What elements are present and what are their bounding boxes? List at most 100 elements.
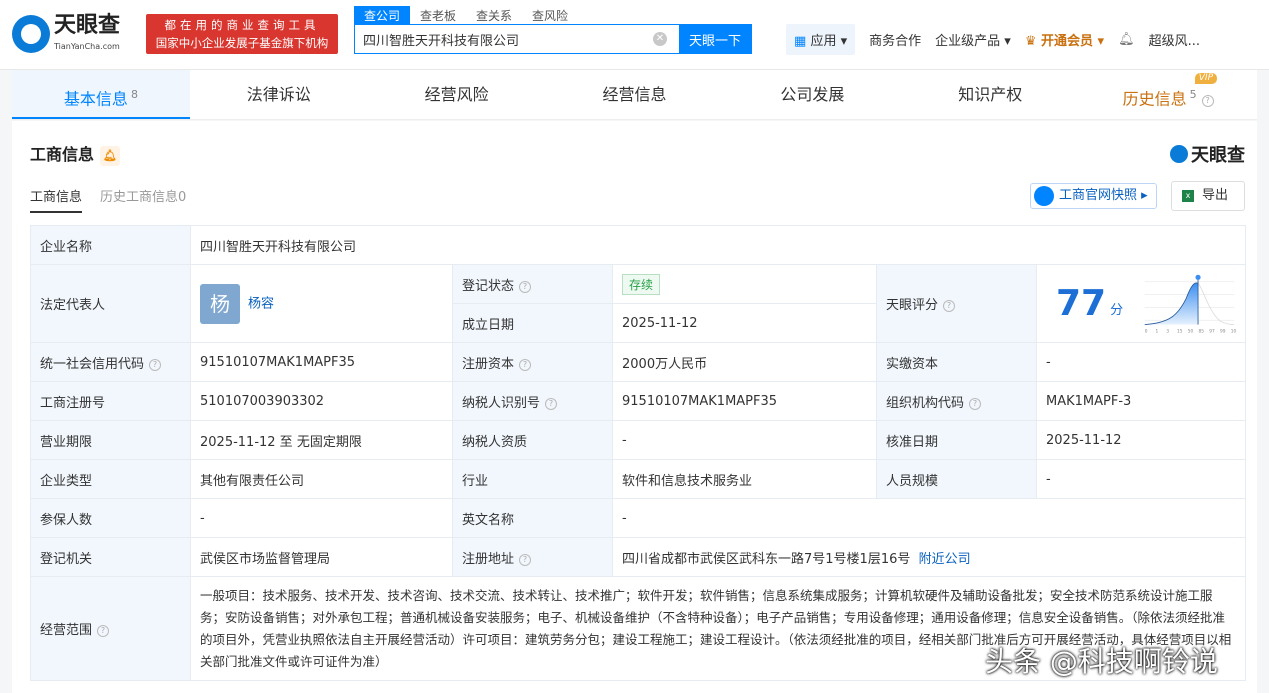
status-label: 登记状态? <box>452 264 613 304</box>
x-tick: 0 <box>1145 328 1148 334</box>
search-tab-risk[interactable]: 查风险 <box>522 6 578 25</box>
logo[interactable]: 天眼查 TianYanCha.com <box>12 14 120 53</box>
org-code: MAK1MAPF-3 <box>1035 381 1247 421</box>
reg-authority: 武侯区市场监督管理局 <box>190 537 453 577</box>
tab-basic-info[interactable]: 基本信息 8 <box>12 70 190 119</box>
avatar[interactable]: 杨 <box>200 283 240 324</box>
section-title: 工商信息 🔔︎ <box>30 141 121 166</box>
label: 企业名称 <box>30 225 191 265</box>
label-text: 组织机构代码 <box>886 395 965 411</box>
x-tick: 85 <box>1199 328 1205 334</box>
label: 纳税人识别号? <box>452 381 613 421</box>
crown-icon: ♛ <box>1024 33 1037 49</box>
subtab-business-info[interactable]: 工商信息 <box>30 186 83 213</box>
label: 企业类型 <box>30 459 191 499</box>
brand-icon <box>1170 145 1188 163</box>
business-info-table: 企业名称 四川智胜天开科技有限公司 法定代表人 杨杨容 登记状态? 存续 天眼评分… <box>30 225 1247 681</box>
tab-count: 5 <box>1189 88 1197 101</box>
search-tab-boss[interactable]: 查老板 <box>410 6 466 25</box>
export-button[interactable]: x 导出 <box>1171 181 1245 211</box>
logo-text: 天眼查 <box>54 13 121 38</box>
clear-icon[interactable]: ✕ <box>653 32 667 46</box>
label: 英文名称 <box>452 498 613 538</box>
help-icon[interactable]: ? <box>519 553 532 566</box>
nav-enterprise[interactable]: 企业级产品 ▾ <box>935 30 1011 49</box>
excel-icon: x <box>1182 190 1194 202</box>
insured-count: - <box>190 498 453 538</box>
apps-label: 应用 <box>810 33 837 49</box>
search-tab-company[interactable]: 查公司 <box>354 6 411 25</box>
search-input[interactable] <box>355 25 653 53</box>
subtab-history[interactable]: 历史工商信息0 <box>100 186 186 213</box>
nav-vip-label: 开通会员 <box>1041 33 1094 49</box>
paid-capital: - <box>1035 342 1247 382</box>
x-ticks: 0 1 3 15 50 85 97 99 100 <box>1145 328 1236 334</box>
snapshot-button[interactable]: 工商官网快照 ▸ <box>1030 183 1157 209</box>
tab-count: 8 <box>130 88 138 101</box>
help-icon[interactable]: ? <box>969 397 982 410</box>
top-bar: 天眼查 TianYanCha.com 都在用的商业查询工具 国家中小企业发展子基金旗… <box>0 0 1269 70</box>
slogan-line2: 国家中小企业发展子基金旗下机构 <box>155 36 329 50</box>
label-text: 统一社会信用代码 <box>40 356 145 372</box>
tab-risk[interactable]: 经营风险 <box>368 70 546 119</box>
business-term: 2025-11-12 至 无固定期限 <box>190 420 453 460</box>
search-button[interactable]: 天眼一下 <box>679 25 751 53</box>
business-info-card: 工商信息 🔔︎ 天眼查 工商信息 历史工商信息0 工商官网快照 ▸ x 导出 企业名… <box>12 121 1257 693</box>
score-cell[interactable]: 77分 0 1 3 15 50 85 97 99 100 <box>1035 264 1247 343</box>
label-text: 注册资本 <box>462 356 515 372</box>
label-text: 纳税人识别号 <box>462 395 541 411</box>
legal-rep-link[interactable]: 杨容 <box>248 296 274 311</box>
label: 参保人数 <box>30 498 191 538</box>
label: 人员规模 <box>876 459 1037 499</box>
help-icon[interactable]: ? <box>519 280 532 293</box>
reg-address: 四川省成都市武侯区武科东一路7号1号楼1层16号 <box>622 551 911 567</box>
search-tab-relation[interactable]: 查关系 <box>466 6 522 25</box>
taxpayer-id: 91510107MAK1MAPF35 <box>612 381 877 421</box>
alert-bell-icon[interactable]: 🔔︎ <box>100 145 121 166</box>
x-tick: 1 <box>1156 328 1159 334</box>
taxpayer-qual: - <box>612 420 877 460</box>
sub-tabs: 工商信息 历史工商信息0 <box>30 186 204 213</box>
nav-biz[interactable]: 商务合作 <box>869 30 921 49</box>
nearby-companies-link[interactable]: 附近公司 <box>919 552 971 567</box>
apps-menu[interactable]: ▦ 应用 ▾ <box>786 23 856 55</box>
help-icon[interactable]: ? <box>943 300 956 312</box>
help-icon[interactable]: ? <box>545 397 558 410</box>
snapshot-icon <box>1034 186 1054 206</box>
label: 注册地址? <box>452 537 613 577</box>
tab-development[interactable]: 公司发展 <box>723 70 901 119</box>
slogan-banner[interactable]: 都在用的商业查询工具 国家中小企业发展子基金旗下机构 <box>146 14 338 54</box>
logo-domain: TianYanCha.com <box>54 42 120 51</box>
vip-badge: VIP <box>1194 73 1218 84</box>
help-icon[interactable]: ? <box>149 358 162 371</box>
credit-code: 91510107MAK1MAPF35 <box>190 342 453 382</box>
x-tick: 50 <box>1188 328 1194 334</box>
tab-ip[interactable]: 知识产权 <box>901 70 1079 119</box>
help-icon[interactable]: ? <box>519 358 532 371</box>
label-text: 天眼评分 <box>886 298 939 313</box>
user-menu[interactable]: 超级风... <box>1149 30 1200 49</box>
label: 法定代表人 <box>30 264 191 343</box>
label: 成立日期 <box>452 303 613 343</box>
watermark: 头条 @科技啊铃说 <box>985 645 1218 678</box>
score-pin <box>1195 274 1201 280</box>
tab-operation[interactable]: 经营信息 <box>546 70 724 119</box>
x-tick: 3 <box>1166 328 1169 334</box>
score-tail <box>1197 282 1235 325</box>
established-date: 2025-11-12 <box>612 303 877 343</box>
score-distribution-chart: 0 1 3 15 50 85 97 99 100 <box>1144 274 1236 334</box>
search-tabs: 查公司 查老板 查关系 查风险 <box>354 6 578 25</box>
nav-vip[interactable]: ♛ 开通会员 ▾ <box>1025 30 1104 49</box>
brand-text: 天眼查 <box>1191 145 1245 166</box>
help-icon[interactable]: ? <box>97 625 110 637</box>
industry: 软件和信息技术服务业 <box>612 459 877 499</box>
search-box: ✕ 天眼一下 <box>354 24 752 54</box>
reg-capital: 2000万人民币 <box>612 342 877 382</box>
tab-history[interactable]: 历史信息 5? VIP <box>1079 70 1257 119</box>
tab-legal[interactable]: 法律诉讼 <box>190 70 368 119</box>
status-cell: 存续 <box>612 264 877 304</box>
bell-icon[interactable]: 🔔︎ <box>1118 32 1135 47</box>
top-nav: ▦ 应用 ▾ 商务合作 企业级产品 ▾ ♛ 开通会员 ▾ 🔔︎ 超级风... <box>786 23 1214 55</box>
help-icon[interactable]: ? <box>1201 95 1214 108</box>
snapshot-label: 工商官网快照 <box>1059 188 1138 203</box>
